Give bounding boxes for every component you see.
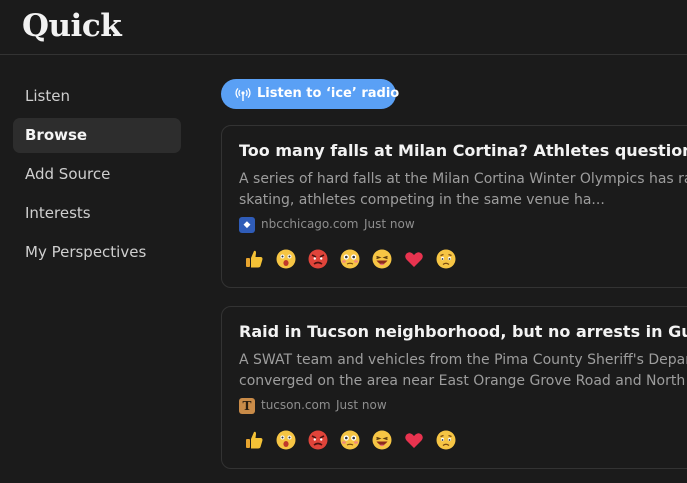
article-source[interactable]: nbcchicago.com [261,217,359,231]
article-time: Just now [336,398,387,412]
flushed-face-icon[interactable] [339,248,361,270]
sidebar-nav: Listen Browse Add Source Interests My Pe… [13,79,181,274]
article-description-line: A SWAT team and vehicles from the Pima C… [239,352,687,368]
article-source[interactable]: tucson.com [261,398,331,412]
laughing-face-icon[interactable] [371,248,393,270]
article-card[interactable]: Raid in Tucson neighborhood, but no arre… [221,306,687,469]
laughing-face-icon[interactable] [371,429,393,451]
heart-icon[interactable] [403,429,425,451]
article-description-line: skating, athletes competing in the same … [239,192,605,208]
listen-radio-button[interactable]: Listen to ‘ice’ radio [221,79,400,109]
heart-icon[interactable] [403,248,425,270]
sidebar-item-interests[interactable]: Interests [13,196,181,231]
source-favicon-icon: T [239,398,255,414]
shocked-face-icon[interactable] [275,248,297,270]
article-title[interactable]: Raid in Tucson neighborhood, but no arre… [239,322,687,341]
radio-broadcast-icon [235,87,251,101]
sidebar-item-browse[interactable]: Browse [13,118,181,153]
thumbs-up-icon[interactable] [243,429,265,451]
flushed-face-icon[interactable] [339,429,361,451]
thumbs-up-icon[interactable] [243,248,265,270]
sidebar-item-add-source[interactable]: Add Source [13,157,181,192]
article-card[interactable]: Too many falls at Milan Cortina? Athlete… [221,125,687,288]
article-description-line: A series of hard falls at the Milan Cort… [239,171,687,187]
source-favicon-icon: ◆ [239,217,255,233]
sidebar-item-my-perspectives[interactable]: My Perspectives [13,235,181,270]
shocked-face-icon[interactable] [275,429,297,451]
article-time: Just now [364,217,415,231]
article-description: A SWAT team and vehicles from the Pima C… [239,350,687,392]
angry-face-icon[interactable] [307,429,329,451]
app-window: Quick Listen Browse Add Source Interests… [0,0,687,483]
listen-radio-label: Listen to ‘ice’ radio [257,86,400,101]
article-description-line: converged on the area near East Orange G… [239,373,687,389]
article-title[interactable]: Too many falls at Milan Cortina? Athlete… [239,141,687,160]
sidebar-item-listen[interactable]: Listen [13,79,181,114]
sad-face-icon[interactable] [435,429,457,451]
header: Quick [0,0,687,55]
article-description: A series of hard falls at the Milan Cort… [239,169,687,211]
sad-face-icon[interactable] [435,248,457,270]
app-logo[interactable]: Quick [22,8,122,44]
angry-face-icon[interactable] [307,248,329,270]
